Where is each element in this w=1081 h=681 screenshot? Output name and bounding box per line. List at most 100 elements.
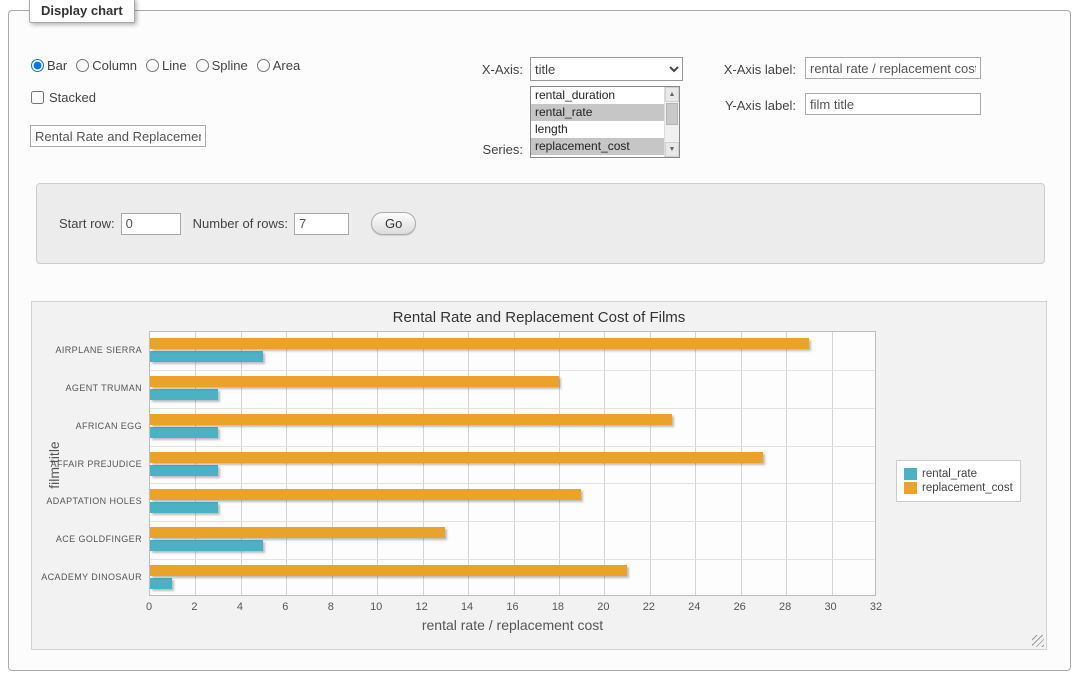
chart-x-axis-title: rental rate / replacement cost (149, 617, 876, 633)
legend-swatch (904, 468, 917, 480)
bar-replacement_cost (150, 338, 809, 349)
gridline (150, 521, 875, 522)
plot-area (149, 331, 876, 596)
chart-type-label: Spline (212, 58, 248, 73)
num-rows-label: Number of rows: (193, 216, 288, 231)
chart-type-label: Area (273, 58, 300, 73)
chart-container: Rental Rate and Replacement Cost of Film… (31, 301, 1047, 650)
x-tick-label: 22 (643, 601, 655, 613)
gridline (832, 332, 833, 595)
gridline (741, 332, 742, 595)
series-option-rental_rate[interactable]: rental_rate (531, 104, 664, 121)
gridline (604, 332, 605, 595)
gridline (695, 332, 696, 595)
scrollbar-thumb[interactable] (666, 103, 678, 125)
series-option-replacement_cost[interactable]: replacement_cost (531, 138, 664, 155)
bar-rental_rate (150, 389, 218, 400)
x-tick-label: 24 (688, 601, 700, 613)
chart-type-radio-line[interactable] (146, 59, 159, 72)
page: Display chart BarColumnLineSplineArea St… (0, 0, 1081, 681)
y-category-label: ADAPTATION HOLES (32, 496, 142, 506)
series-scrollbar[interactable]: ▲ ▼ (664, 87, 679, 157)
legend-item: replacement_cost (904, 482, 1013, 494)
legend-label: rental_rate (922, 468, 977, 480)
chart-type-radio-bar[interactable] (31, 59, 44, 72)
chart-type-line[interactable]: Line (146, 58, 187, 73)
gridline (150, 370, 875, 371)
bar-replacement_cost (150, 527, 445, 538)
bar-replacement_cost (150, 376, 559, 387)
chart-type-radio-spline[interactable] (196, 59, 209, 72)
chart-type-area[interactable]: Area (257, 58, 300, 73)
bar-replacement_cost (150, 452, 763, 463)
chart-type-radio-area[interactable] (257, 59, 270, 72)
x-tick-label: 28 (779, 601, 791, 613)
legend-item: rental_rate (904, 468, 1013, 480)
display-chart-panel: Display chart BarColumnLineSplineArea St… (8, 10, 1071, 671)
series-label-text: Series: (429, 142, 523, 157)
scroll-up-icon[interactable]: ▲ (665, 87, 679, 102)
bar-rental_rate (150, 540, 263, 551)
y-category-label: AGENT TRUMAN (32, 383, 142, 393)
bar-rental_rate (150, 502, 218, 513)
chart-legend: rental_rate replacement_cost (896, 460, 1021, 502)
y-axis-label-input[interactable] (805, 93, 981, 115)
gridline (423, 332, 424, 595)
start-row-input[interactable] (121, 213, 181, 235)
y-category-label: AFFAIR PREJUDICE (32, 459, 142, 469)
bar-rental_rate (150, 427, 218, 438)
gridline (150, 483, 875, 484)
num-rows-input[interactable] (294, 213, 349, 235)
bar-replacement_cost (150, 489, 581, 500)
y-category-label: ACE GOLDFINGER (32, 534, 142, 544)
gridline (286, 332, 287, 595)
chart-title: Rental Rate and Replacement Cost of Film… (32, 309, 1046, 326)
start-row-label: Start row: (59, 216, 115, 231)
x-tick-label: 4 (237, 601, 243, 613)
x-tick-label: 18 (552, 601, 564, 613)
series-option-rental_duration[interactable]: rental_duration (531, 87, 664, 104)
x-tick-label: 10 (370, 601, 382, 613)
chart-type-bar[interactable]: Bar (31, 58, 67, 73)
x-axis-label-input[interactable] (805, 57, 981, 79)
series-listbox-options: rental_durationrental_ratelengthreplacem… (531, 87, 664, 157)
x-tick-label: 20 (597, 601, 609, 613)
stacked-checkbox[interactable] (31, 91, 44, 104)
x-tick-label: 0 (146, 601, 152, 613)
series-listbox[interactable]: rental_durationrental_ratelengthreplacem… (530, 86, 680, 158)
legend-swatch (904, 482, 917, 494)
x-axis-select[interactable]: title (530, 57, 683, 81)
chart-type-radio-column[interactable] (76, 59, 89, 72)
x-tick-label: 6 (282, 601, 288, 613)
x-tick-label: 8 (328, 601, 334, 613)
chart-type-label: Column (92, 58, 137, 73)
resize-handle-icon[interactable] (1032, 635, 1044, 647)
gridline (559, 332, 560, 595)
y-category-label: AIRPLANE SIERRA (32, 345, 142, 355)
x-axis-label-text: X-Axis: (429, 62, 523, 77)
x-tick-label: 26 (734, 601, 746, 613)
y-category-label: AFRICAN EGG (32, 421, 142, 431)
go-button[interactable]: Go (371, 212, 416, 235)
x-tick-label: 14 (461, 601, 473, 613)
gridline (468, 332, 469, 595)
chart-type-column[interactable]: Column (76, 58, 137, 73)
gridline (332, 332, 333, 595)
legend-label: replacement_cost (922, 482, 1013, 494)
y-category-label: ACADEMY DINOSAUR (32, 572, 142, 582)
gridline (786, 332, 787, 595)
chart-title-input[interactable] (30, 125, 206, 147)
chart-type-spline[interactable]: Spline (196, 58, 248, 73)
stacked-checkbox-row[interactable]: Stacked (31, 90, 96, 105)
x-tick-label: 30 (824, 601, 836, 613)
bar-rental_rate (150, 578, 172, 589)
x-tick-label: 16 (506, 601, 518, 613)
gridline (377, 332, 378, 595)
chart-type-label: Line (162, 58, 187, 73)
stacked-label: Stacked (49, 90, 96, 105)
chart-type-label: Bar (47, 58, 67, 73)
series-option-length[interactable]: length (531, 121, 664, 138)
bar-replacement_cost (150, 414, 672, 425)
gridline (195, 332, 196, 595)
scroll-down-icon[interactable]: ▼ (665, 142, 679, 157)
